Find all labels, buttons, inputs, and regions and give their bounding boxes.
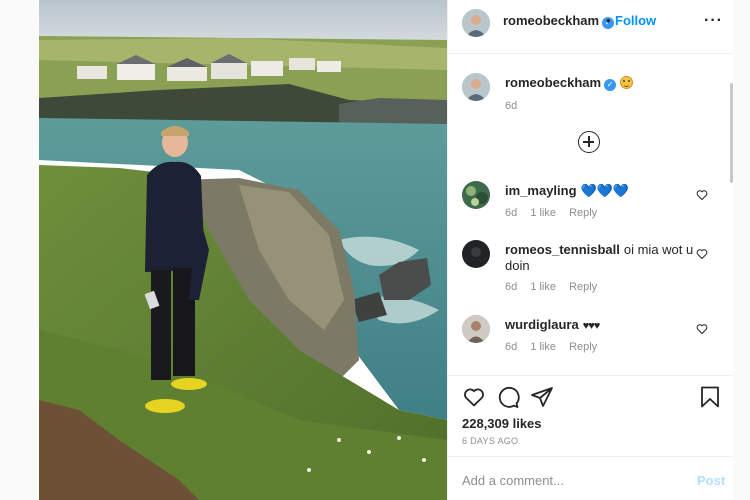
- comment-likes[interactable]: 1 like: [530, 341, 556, 353]
- commenter-username[interactable]: im_mayling: [505, 183, 577, 198]
- caption-avatar-image: [462, 73, 490, 101]
- post-photo[interactable]: [39, 0, 447, 500]
- bookmark-icon[interactable]: [698, 385, 722, 409]
- share-icon[interactable]: [530, 385, 554, 409]
- separator-dot: •: [606, 13, 611, 28]
- comment-icon[interactable]: [496, 385, 520, 409]
- comment-meta: 6d 1 like Reply: [505, 341, 607, 353]
- comment-item: romeos_tennisball oi mia wot u doin 6d 1 …: [448, 238, 734, 308]
- like-comment-heart-icon[interactable]: [696, 189, 708, 201]
- comment-text: romeos_tennisball oi mia wot u doin: [505, 242, 695, 274]
- smiley-emoji-icon: [620, 76, 634, 89]
- comment-time[interactable]: 6d: [505, 341, 517, 353]
- reply-button[interactable]: Reply: [569, 341, 597, 353]
- post-details-panel: romeobeckham ✓ • Follow ··· romeobeckham ✓…: [447, 0, 734, 500]
- comment-item: im_mayling 💙💙💙 6d 1 like Reply: [448, 179, 734, 237]
- commenter-avatar-image: [462, 240, 490, 268]
- author-avatar-image: [462, 9, 490, 37]
- like-comment-heart-icon[interactable]: [696, 323, 708, 335]
- comment-meta: 6d 1 like Reply: [505, 207, 607, 219]
- author-username[interactable]: romeobeckham ✓: [503, 13, 615, 29]
- caption-avatar[interactable]: [462, 73, 490, 101]
- commenter-avatar[interactable]: [462, 315, 490, 343]
- post-header: romeobeckham ✓ • Follow ···: [448, 0, 734, 54]
- commenter-avatar-image: [462, 181, 490, 209]
- comment-meta: 6d 1 like Reply: [505, 281, 607, 293]
- comment-time[interactable]: 6d: [505, 207, 517, 219]
- reply-button[interactable]: Reply: [569, 207, 597, 219]
- like-comment-heart-icon[interactable]: [696, 248, 708, 260]
- comment-likes[interactable]: 1 like: [530, 281, 556, 293]
- comment-body: ♥♥♥: [582, 320, 601, 332]
- commenter-avatar[interactable]: [462, 240, 490, 268]
- comment-text: wurdiglaura ♥♥♥: [505, 317, 695, 334]
- post-date[interactable]: 6 DAYS AGO: [462, 436, 518, 446]
- commenter-avatar-image: [462, 315, 490, 343]
- comment-body: 💙💙💙: [580, 183, 630, 198]
- author-avatar[interactable]: [462, 9, 490, 37]
- commenter-username[interactable]: wurdiglaura: [505, 317, 579, 332]
- commenter-avatar[interactable]: [462, 181, 490, 209]
- comment-time[interactable]: 6d: [505, 281, 517, 293]
- cliff-photo-image: [39, 0, 447, 500]
- comment-text: im_mayling 💙💙💙: [505, 183, 695, 199]
- likes-count[interactable]: 228,309 likes: [462, 416, 542, 431]
- comment-likes[interactable]: 1 like: [530, 207, 556, 219]
- load-more-comments-button[interactable]: [578, 131, 600, 153]
- post-comment-button[interactable]: Post: [697, 473, 725, 488]
- commenter-username[interactable]: romeos_tennisball: [505, 242, 620, 257]
- add-comment-input[interactable]: [462, 470, 682, 490]
- add-comment-bar: Post: [448, 456, 734, 500]
- follow-button[interactable]: Follow: [615, 13, 656, 28]
- comment-item: wurdiglaura ♥♥♥ 6d 1 like Reply: [448, 313, 734, 371]
- left-gutter: [0, 0, 39, 500]
- caption-username[interactable]: romeobeckham ✓: [505, 75, 634, 91]
- caption-time[interactable]: 6d: [505, 100, 517, 112]
- heart-icon[interactable]: [462, 385, 486, 409]
- post-actions: 228,309 likes 6 DAYS AGO: [448, 375, 734, 455]
- comments-list[interactable]: romeobeckham ✓ 6d im_mayling 💙💙💙 6d 1 like…: [448, 55, 734, 375]
- verified-badge-icon: ✓: [604, 79, 617, 91]
- reply-button[interactable]: Reply: [569, 281, 597, 293]
- right-gutter: [733, 0, 750, 500]
- more-options-icon[interactable]: ···: [704, 12, 723, 30]
